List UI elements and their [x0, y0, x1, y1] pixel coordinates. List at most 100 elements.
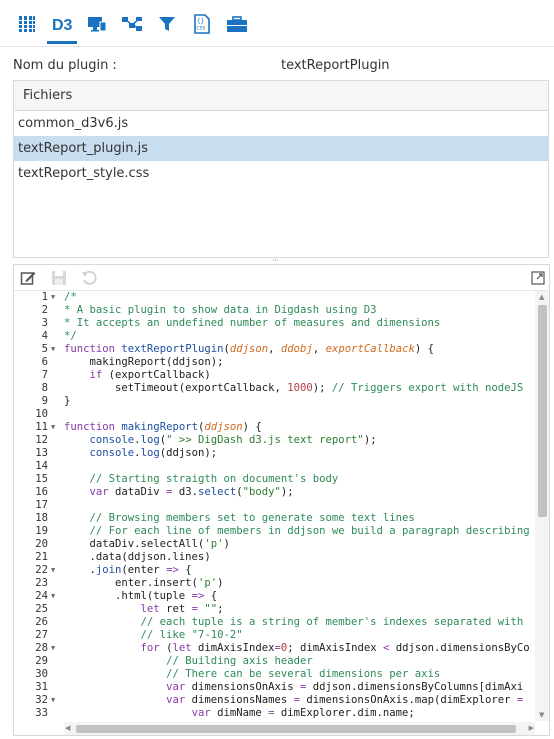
file-item[interactable]: textReport_style.css: [14, 161, 548, 186]
code-line[interactable]: 25 let ret = "";: [14, 603, 534, 616]
code-line[interactable]: 12 console.log(" >> DigDash d3.js text r…: [14, 434, 534, 447]
code-line[interactable]: 31 var dimensionsOnAxis = ddjson.dimensi…: [14, 681, 534, 694]
code-text: setTimeout(exportCallback, 1000); // Tri…: [64, 382, 524, 394]
code-text: * A basic plugin to show data in Digdash…: [64, 304, 377, 316]
line-number: 21: [35, 551, 48, 563]
line-number: 27: [35, 629, 48, 641]
code-line[interactable]: 14: [14, 460, 534, 473]
fold-toggle-icon[interactable]: ▼: [51, 421, 55, 434]
fold-toggle-icon[interactable]: ▼: [51, 291, 55, 304]
code-text: // For each line of members in ddjson we…: [89, 525, 530, 537]
code-area[interactable]: 1 ▼/* 2 * A basic plugin to show data in Di…: [14, 291, 534, 721]
code-line[interactable]: 1 ▼ /*: [14, 291, 534, 304]
line-number: 23: [35, 577, 48, 589]
d3-icon: D3: [52, 17, 73, 34]
line-number: 24: [35, 590, 48, 602]
svg-text:D3: D3: [52, 17, 73, 34]
line-number: 4: [41, 330, 48, 342]
line-number: 33: [35, 707, 48, 719]
code-line[interactable]: 22 ▼ .join(enter => {: [14, 564, 534, 577]
code-text: function makingReport(ddjson) {: [64, 421, 262, 433]
edit-button[interactable]: [19, 269, 37, 287]
line-number: 9: [41, 395, 48, 407]
code-line[interactable]: 34: [14, 720, 534, 721]
line-number: 10: [35, 408, 48, 420]
tab-filter[interactable]: [153, 10, 181, 38]
code-line[interactable]: 20 dataDiv.selectAll('p'): [14, 538, 534, 551]
tab-d3[interactable]: D3: [47, 10, 77, 44]
code-line[interactable]: 8 setTimeout(exportCallback, 1000); // T…: [14, 382, 534, 395]
filter-icon: [159, 17, 175, 31]
tab-network[interactable]: [118, 10, 146, 38]
fold-toggle-icon[interactable]: ▼: [51, 343, 55, 356]
fold-toggle-icon[interactable]: ▼: [51, 564, 55, 577]
code-line[interactable]: 28 ▼ for (let dimAxisIndex=0; dimAxisInde…: [14, 642, 534, 655]
undo-button[interactable]: [80, 269, 98, 287]
monitor-icon: [88, 17, 107, 32]
code-line[interactable]: 15 // Starting straigth on document's bo…: [14, 473, 534, 486]
code-line[interactable]: 33 var dimName = dimExplorer.dim.name;: [14, 707, 534, 720]
css-file-icon: {} CSS: [194, 14, 210, 34]
line-number: 15: [35, 473, 48, 485]
tab-briefcase[interactable]: [223, 10, 251, 38]
file-item[interactable]: textReport_plugin.js: [14, 136, 548, 161]
line-number: 29: [35, 655, 48, 667]
code-line[interactable]: 3 * It accepts an undefined number of mea…: [14, 317, 534, 330]
code-line[interactable]: 10: [14, 408, 534, 421]
horizontal-scroll-thumb[interactable]: [76, 725, 516, 733]
code-text: var dimName = dimExplorer.dim.name;: [191, 707, 415, 719]
line-number: 34: [14, 720, 48, 721]
code-line[interactable]: 5 ▼ function textReportPlugin(ddjson, ddob…: [14, 343, 534, 356]
code-text: let ret = "";: [140, 603, 224, 615]
line-number: 25: [35, 603, 48, 615]
code-text: // each tuple is a string of member's in…: [140, 616, 524, 628]
code-line[interactable]: 23 enter.insert('p'): [14, 577, 534, 590]
line-number: 18: [35, 512, 48, 524]
code-editor[interactable]: 1 ▼/* 2 * A basic plugin to show data in Di…: [13, 264, 550, 736]
tab-grid[interactable]: [13, 10, 41, 38]
line-number: 20: [35, 538, 48, 550]
code-line[interactable]: 21 .data(ddjson.lines): [14, 551, 534, 564]
vertical-scrollbar[interactable]: ▲ ▼: [535, 291, 549, 721]
files-panel: Fichiers common_d3v6.js textReport_plugi…: [13, 80, 549, 258]
code-line[interactable]: 19 // For each line of members in ddjson…: [14, 525, 534, 538]
code-line[interactable]: 30 // There can be several dimensions pe…: [14, 668, 534, 681]
code-line[interactable]: 6 makingReport(ddjson);: [14, 356, 534, 369]
code-line[interactable]: 29 // Building axis header: [14, 655, 534, 668]
code-line[interactable]: 26 // each tuple is a string of member's…: [14, 616, 534, 629]
code-line[interactable]: 7 if (exportCallback): [14, 369, 534, 382]
code-text: var dimensionsOnAxis = ddjson.dimensions…: [166, 681, 524, 693]
fold-toggle-icon[interactable]: ▼: [51, 590, 55, 603]
plugin-name-row: Nom du plugin : textReportPlugin: [13, 58, 390, 73]
code-text: console.log(ddjson);: [89, 447, 218, 459]
line-number: 3: [41, 317, 48, 329]
code-line[interactable]: 17: [14, 499, 534, 512]
code-line[interactable]: 4 */: [14, 330, 534, 343]
maximize-button[interactable]: [529, 269, 547, 287]
tab-css[interactable]: {} CSS: [188, 10, 216, 38]
code-line[interactable]: 18 // Browsing members set to generate s…: [14, 512, 534, 525]
vertical-scroll-thumb[interactable]: [538, 305, 547, 517]
line-number: 5: [41, 343, 48, 355]
fold-toggle-icon[interactable]: ▼: [51, 694, 55, 707]
code-text: .data(ddjson.lines): [64, 551, 211, 563]
grid-icon: [19, 16, 35, 32]
maximize-icon: [531, 271, 545, 285]
code-line[interactable]: 9}: [14, 395, 534, 408]
fold-toggle-icon[interactable]: ▼: [51, 642, 55, 655]
horizontal-scrollbar[interactable]: ◀ ▶: [64, 722, 535, 735]
code-text: .html(tuple => {: [64, 590, 218, 602]
code-line[interactable]: 27 // like "7-10-2": [14, 629, 534, 642]
code-line[interactable]: 16 var dataDiv = d3.select("body");: [14, 486, 534, 499]
network-icon: [122, 17, 142, 31]
code-line[interactable]: 13 console.log(ddjson);: [14, 447, 534, 460]
tab-monitor[interactable]: [83, 10, 111, 38]
code-line[interactable]: 32 ▼ var dimensionsNames = dimensionsOnAx…: [14, 694, 534, 707]
file-item[interactable]: common_d3v6.js: [14, 111, 548, 136]
code-line[interactable]: 11 ▼ function makingReport(ddjson) {: [14, 421, 534, 434]
save-button[interactable]: [50, 269, 68, 287]
line-number: 1: [41, 291, 48, 303]
code-line[interactable]: 24 ▼ .html(tuple => {: [14, 590, 534, 603]
line-number: 11: [35, 421, 48, 433]
code-line[interactable]: 2 * A basic plugin to show data in Digdas…: [14, 304, 534, 317]
